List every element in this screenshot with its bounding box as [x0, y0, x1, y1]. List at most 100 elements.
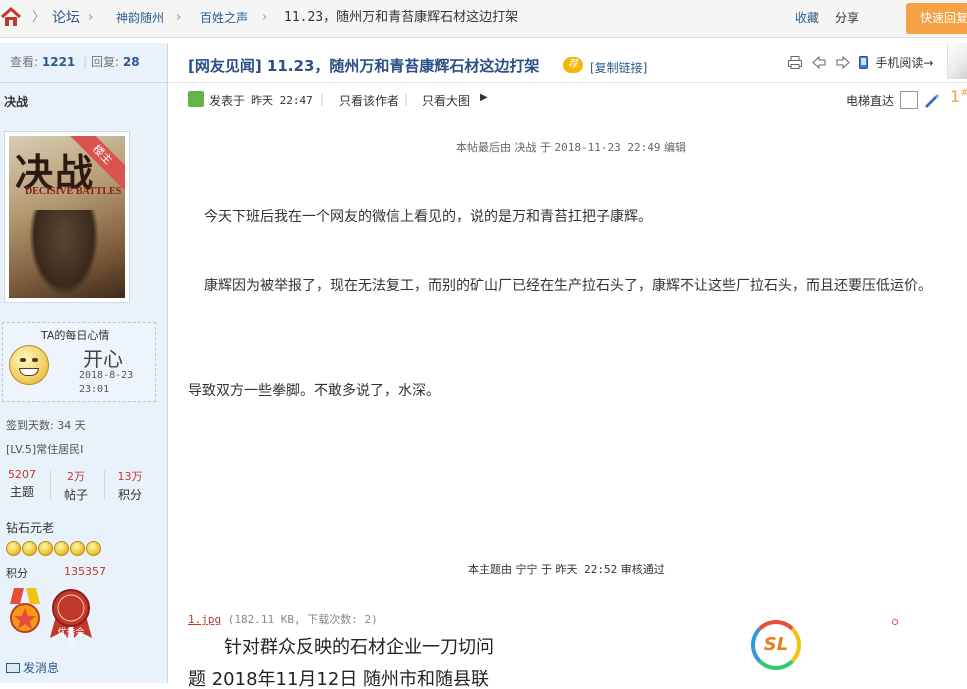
copy-link-button[interactable]: [复制链接] — [590, 59, 647, 76]
stat-value: 2万 — [67, 470, 85, 483]
posted-time: 昨天 22:47 — [251, 94, 313, 107]
breadcrumb-separator: › — [176, 10, 182, 25]
mobile-read-label: 手机阅读 — [875, 56, 924, 70]
send-message-button[interactable]: 发消息 — [6, 659, 59, 676]
post-tools: 手机阅读→ — [788, 54, 933, 74]
smiley-icon — [22, 541, 37, 556]
stat-topics[interactable]: 5207 主题 — [0, 468, 44, 500]
next-thread-icon[interactable] — [836, 56, 850, 69]
floor-suffix: # — [960, 88, 967, 99]
medal-icon[interactable] — [6, 588, 44, 638]
user-rank[interactable]: 钻石元老 — [6, 519, 54, 536]
breadcrumb-current: 11.23，随州万和青苔康辉石材这边打架 — [284, 10, 519, 25]
author-only-link[interactable]: 只看该作者 — [339, 92, 399, 109]
review-prefix: 本主题由 — [468, 563, 512, 576]
stat-value: 5207 — [8, 468, 36, 481]
avatar[interactable]: 决战 DECISIVE BATTLES 楼主 — [4, 131, 130, 303]
page-corner — [947, 43, 967, 79]
checkin-days: 签到天数: 34 天 — [6, 419, 86, 432]
stat-value: 13万 — [117, 470, 143, 483]
stat-posts[interactable]: 2万 帖子 — [54, 468, 98, 503]
author-sidebar: 查看: 1221 | 回复: 28 决战 决战 DECISIVE BATTLES… — [0, 43, 168, 683]
user-level: [LV.5]常住居民I — [6, 443, 84, 456]
stat-label: 积分 — [117, 488, 142, 502]
online-status-icon — [188, 91, 204, 107]
mobile-read-link[interactable]: 手机阅读→ — [875, 56, 933, 70]
send-message-label: 发消息 — [23, 661, 60, 675]
mood-label: TA的每日心情 — [41, 329, 110, 342]
post-main: [网友见闻] 11.23，随州万和青苔康辉石材这边打架 荐 [复制链接] 手机阅… — [168, 43, 967, 689]
smiley-icon — [70, 541, 85, 556]
floor-jump-input[interactable] — [900, 91, 918, 109]
triangle-right-icon: ▶ — [480, 92, 488, 103]
user-stats: 5207 主题 2万 帖子 13万 积分 — [0, 468, 160, 504]
medal-label: 优秀会员 — [57, 628, 85, 648]
post-meta: 发表于 昨天 22:47 | 只看该作者 | 只看大图 ▶ 电梯直达 1# — [188, 87, 967, 113]
print-icon[interactable] — [788, 56, 802, 69]
image-text-line: 题 2018年11月12日 随州市和随县联 — [188, 669, 490, 689]
edit-user: 决战 — [514, 141, 537, 154]
attachment-filename[interactable]: 1.jpg — [188, 613, 221, 626]
rank-stars — [6, 541, 102, 557]
happy-face-icon — [9, 345, 49, 385]
top-bar: 〉 论坛 › 神韵随州 › 百姓之声 › 11.23，随州万和青苔康辉石材这边打… — [0, 0, 967, 38]
review-time: 昨天 22:52 — [555, 563, 618, 576]
attachment-info: 1.jpg (182.11 KB, 下载次数: 2) — [188, 611, 378, 627]
large-image-link[interactable]: 只看大图 — [422, 92, 470, 109]
review-at: 于 — [541, 563, 552, 576]
share-button[interactable]: 分享 — [835, 0, 859, 38]
smiley-icon — [54, 541, 69, 556]
reply-label: 回复: — [90, 55, 120, 69]
floor-number[interactable]: 1# — [950, 87, 967, 106]
mood-time: 2018-8-23 23:01 — [79, 370, 134, 395]
breadcrumb-board[interactable]: 百姓之声 — [200, 0, 248, 38]
post-paragraph: 康辉因为被举报了，现在无法复工，而别的矿山厂已经在生产拉石头了，康辉不让这些厂拉… — [204, 278, 932, 294]
breadcrumb-forum[interactable]: 论坛 — [52, 0, 80, 38]
edit-notice: 本帖最后由 决战 于 2018-11-23 22:49 编辑 — [456, 139, 686, 155]
review-suffix: 审核通过 — [620, 563, 665, 576]
arrow-right-icon: → — [923, 56, 934, 70]
avatar-image: 决战 DECISIVE BATTLES 楼主 — [9, 136, 125, 298]
attachment-details: (182.11 KB, 下载次数: 2) — [227, 613, 378, 626]
daily-mood: TA的每日心情 开心 2018-8-23 23:01 — [2, 322, 156, 402]
mood-text: 开心 — [83, 347, 123, 371]
attached-image[interactable]: 针对群众反映的石材企业一刀切问 题 2018年11月12日 随州市和随县联 — [188, 629, 948, 689]
thread-stats: 查看: 1221 | 回复: 28 — [0, 43, 167, 83]
breadcrumb-separator: › — [88, 10, 94, 25]
review-notice: 本主题由 宁宁 于 昨天 22:52 审核通过 — [468, 561, 665, 577]
breadcrumb-section[interactable]: 神韵随州 — [116, 0, 164, 38]
post-paragraph: 导致双方一些拳脚。不敢多说了，水深。 — [188, 383, 440, 399]
home-icon[interactable] — [0, 6, 22, 28]
stat-points[interactable]: 13万 积分 — [108, 468, 152, 503]
quick-reply-button[interactable]: 快速回复 — [906, 3, 967, 34]
go-floor-icon[interactable] — [923, 92, 939, 108]
divider — [50, 470, 51, 500]
watermark-logo: SL — [751, 620, 801, 670]
breadcrumb-separator: › — [262, 10, 268, 25]
edit-at: 于 — [540, 141, 551, 154]
smiley-icon — [86, 541, 101, 556]
review-user: 宁宁 — [515, 563, 538, 576]
view-label: 查看: — [10, 55, 39, 69]
edit-suffix: 编辑 — [663, 141, 686, 154]
elevator-label: 电梯直达 — [846, 94, 895, 108]
stat-label: 主题 — [9, 485, 34, 499]
view-count: 1221 — [41, 55, 76, 69]
smiley-icon — [6, 541, 21, 556]
stat-label: 帖子 — [63, 488, 88, 502]
floor-number-value: 1 — [950, 87, 961, 106]
edit-time: 2018-11-23 22:49 — [554, 141, 661, 154]
breadcrumb-separator: 〉 — [32, 10, 46, 25]
avatar-subtitle: DECISIVE BATTLES — [25, 186, 122, 197]
previous-thread-icon[interactable] — [812, 56, 826, 69]
edit-prefix: 本帖最后由 — [456, 141, 511, 154]
image-text-line: 针对群众反映的石材企业一刀切问 — [224, 637, 494, 658]
points-label: 积分 — [6, 567, 28, 580]
favorite-button[interactable]: 收藏 — [795, 0, 819, 38]
author-username[interactable]: 决战 — [4, 93, 28, 110]
soldier-figure — [29, 210, 99, 296]
reply-count: 28 — [122, 55, 140, 69]
recommend-badge: 荐 — [563, 57, 583, 73]
posted-on-label: 发表于 — [209, 94, 246, 108]
divider — [104, 470, 105, 500]
